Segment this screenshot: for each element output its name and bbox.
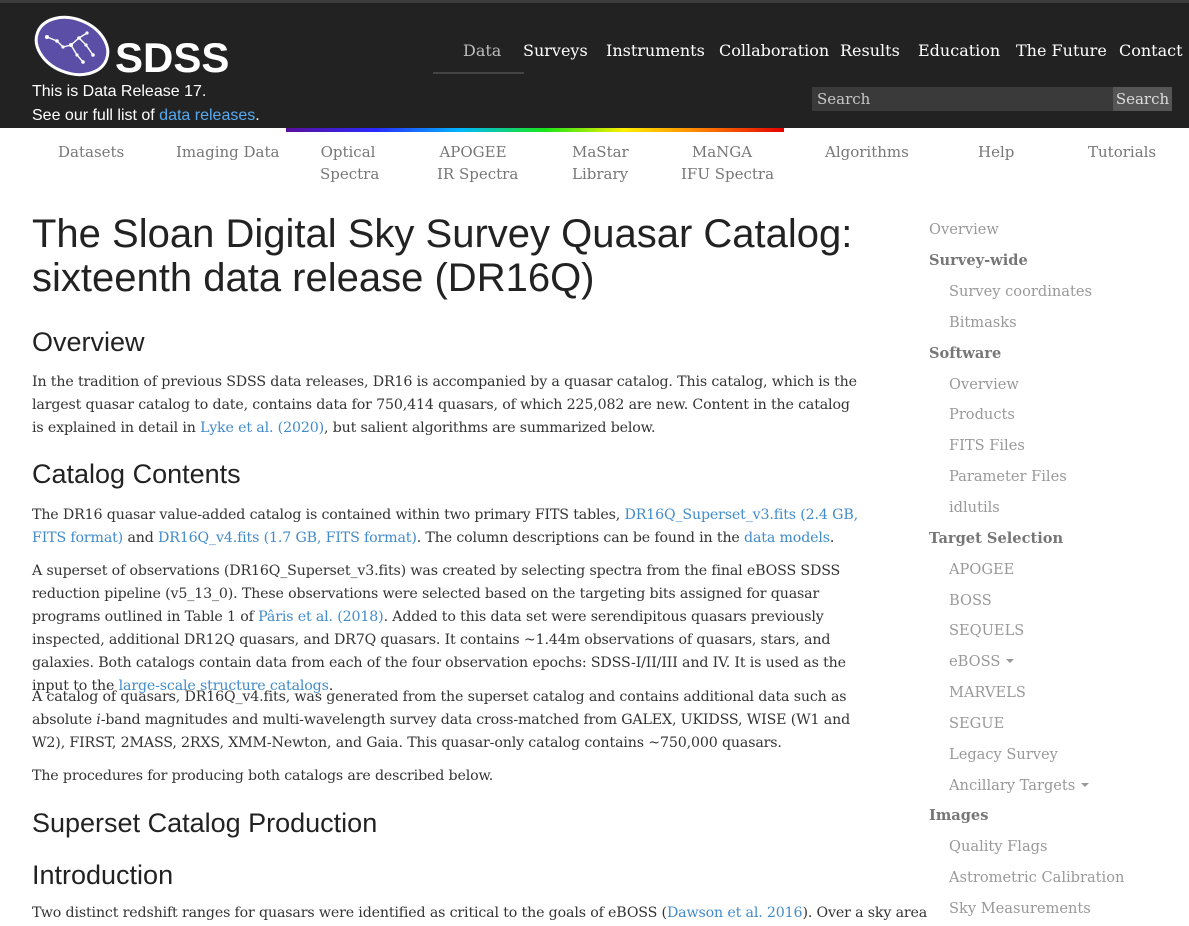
sidebar-sky-measurements[interactable]: Sky Measurements	[949, 899, 1091, 919]
search-input[interactable]: Search	[812, 87, 1114, 111]
overview-text-2: , but salient algorithms are summarized …	[323, 420, 656, 436]
contents-p1-text-4: .	[829, 530, 835, 546]
subnav-optical-spectra[interactable]: Optical Spectra	[320, 141, 380, 185]
subnav-manga-ifu-spectra[interactable]: MaNGA IFU Spectra	[681, 141, 775, 185]
sidebar-quality-flags[interactable]: Quality Flags	[949, 837, 1047, 857]
sidebar-legacy-survey[interactable]: Legacy Survey	[949, 745, 1058, 765]
sidebar-idlutils[interactable]: idlutils	[949, 498, 1000, 518]
subnav-algorithms-label: Algorithms	[825, 143, 909, 161]
release-list-prefix: See our full list of	[32, 107, 160, 124]
subnav-algorithms[interactable]: Algorithms	[825, 141, 909, 163]
active-nav-indicator	[433, 72, 524, 74]
caret-down-icon	[1006, 659, 1015, 663]
nav-instruments[interactable]: Instruments	[606, 41, 705, 60]
intro-text-1: Two distinct redshift ranges for quasars…	[32, 905, 667, 921]
catalog-contents-paragraph-2: A superset of observations (DR16Q_Supers…	[32, 560, 870, 698]
caret-down-icon	[1081, 783, 1090, 787]
dawson-2016-link[interactable]: Dawson et al. 2016	[667, 905, 803, 921]
subnav-optical-line1: Optical	[320, 143, 376, 161]
subnav-mastar-line1: MaStar	[572, 143, 629, 161]
subnav-manga-line1: MaNGA	[691, 143, 753, 161]
dr16q-v4-fits-link[interactable]: DR16Q_v4.fits (1.7 GB, FITS format)	[158, 530, 417, 546]
paris-2018-link[interactable]: Pâris et al. (2018)	[258, 609, 384, 625]
sidebar-ancillary-label: Ancillary Targets	[949, 777, 1076, 794]
nav-education[interactable]: Education	[918, 41, 1000, 60]
contents-p1-text-2: and	[123, 530, 159, 546]
sidebar-eboss[interactable]: eBOSS	[949, 652, 1015, 672]
subnav-imaging-data-label: Imaging Data	[176, 143, 280, 161]
page-title-line2: sixteenth data release (DR16Q)	[32, 256, 595, 300]
sidebar-target-selection[interactable]: Target Selection	[929, 529, 1063, 549]
subnav-apogee-ir-spectra[interactable]: APOGEE IR Spectra	[437, 141, 519, 185]
sidebar-overview[interactable]: Overview	[929, 220, 999, 240]
release-notice: This is Data Release 17.	[32, 83, 207, 100]
main-nav: Data Surveys Instruments Collaboration R…	[0, 41, 1189, 74]
sidebar-bitmasks[interactable]: Bitmasks	[949, 313, 1017, 333]
sidebar-sequels[interactable]: SEQUELS	[949, 621, 1024, 641]
contents-p3-text-2: -band magnitudes and multi-wavelength su…	[32, 712, 851, 751]
subnav-optical-line2: Spectra	[320, 165, 380, 183]
sidebar-fits-files[interactable]: FITS Files	[949, 436, 1025, 456]
nav-contact[interactable]: Contact	[1119, 41, 1183, 60]
sidebar-survey-wide[interactable]: Survey-wide	[929, 251, 1028, 271]
nav-collaboration[interactable]: Collaboration	[719, 41, 829, 60]
site-header: SDSS This is Data Release 17. See our fu…	[0, 0, 1189, 128]
subnav-apogee-line2: IR Spectra	[437, 165, 519, 183]
subnav-datasets[interactable]: Datasets	[58, 141, 124, 163]
sidebar-apogee[interactable]: APOGEE	[949, 560, 1014, 580]
subnav-tutorials[interactable]: Tutorials	[1088, 141, 1156, 163]
subnav-mastar-line2: Library	[572, 165, 629, 183]
subnav-help[interactable]: Help	[978, 141, 1014, 163]
subnav-tutorials-label: Tutorials	[1088, 143, 1157, 161]
data-releases-link[interactable]: data releases	[159, 107, 255, 124]
sidebar-software-overview[interactable]: Overview	[949, 375, 1019, 395]
intro-text-2: ). Over a sky area	[802, 905, 928, 921]
sidebar-boss[interactable]: BOSS	[949, 591, 992, 611]
subnav-datasets-label: Datasets	[58, 143, 125, 161]
subnav-apogee-line1: APOGEE	[439, 143, 507, 161]
sidebar-images[interactable]: Images	[929, 806, 988, 826]
nav-data[interactable]: Data	[463, 41, 501, 60]
catalog-contents-heading: Catalog Contents	[32, 459, 241, 489]
release-list-suffix: .	[255, 107, 260, 124]
subnav-mastar-library[interactable]: MaStar Library	[572, 141, 629, 185]
introduction-paragraph: Two distinct redshift ranges for quasars…	[32, 902, 927, 925]
sidebar-segue[interactable]: SEGUE	[949, 714, 1004, 734]
release-list-notice: See our full list of data releases.	[32, 106, 260, 126]
lyke-2020-link[interactable]: Lyke et al. (2020)	[200, 420, 324, 436]
sidebar-software[interactable]: Software	[929, 344, 1001, 364]
sidebar-products[interactable]: Products	[949, 405, 1015, 425]
superset-catalog-heading: Superset Catalog Production	[32, 808, 378, 838]
nav-results[interactable]: Results	[840, 41, 900, 60]
search-button[interactable]: Search	[1113, 87, 1172, 111]
spectrum-bar	[286, 128, 784, 132]
overview-paragraph: In the tradition of previous SDSS data r…	[32, 371, 862, 440]
sidebar-parameter-files[interactable]: Parameter Files	[949, 467, 1067, 487]
subnav-manga-line2: IFU Spectra	[681, 165, 775, 183]
subnav-help-label: Help	[978, 143, 1015, 161]
data-models-link[interactable]: data models	[744, 530, 830, 546]
sidebar-eboss-label: eBOSS	[949, 653, 1001, 670]
contents-p1-text-3: . The column descriptions can be found i…	[416, 530, 745, 546]
page-title: The Sloan Digital Sky Survey Quasar Cata…	[32, 212, 852, 300]
sidebar-astrometric-calibration[interactable]: Astrometric Calibration	[949, 868, 1124, 888]
catalog-contents-paragraph-4: The procedures for producing both catalo…	[32, 768, 494, 784]
nav-surveys[interactable]: Surveys	[523, 41, 588, 60]
sidebar-survey-coordinates[interactable]: Survey coordinates	[949, 282, 1092, 302]
page-title-line1: The Sloan Digital Sky Survey Quasar Cata…	[32, 212, 853, 256]
introduction-heading: Introduction	[32, 860, 174, 890]
catalog-contents-paragraph-1: The DR16 quasar value-added catalog is c…	[32, 504, 858, 550]
sidebar-marvels[interactable]: MARVELS	[949, 683, 1026, 703]
contents-p1-text-1: The DR16 quasar value-added catalog is c…	[32, 507, 625, 523]
subnav-imaging-data[interactable]: Imaging Data	[176, 141, 279, 163]
sidebar-ancillary-targets[interactable]: Ancillary Targets	[949, 776, 1090, 796]
overview-heading: Overview	[32, 327, 145, 357]
nav-the-future[interactable]: The Future	[1016, 41, 1107, 60]
catalog-contents-paragraph-3: A catalog of quasars, DR16Q_v4.fits, was…	[32, 686, 872, 755]
